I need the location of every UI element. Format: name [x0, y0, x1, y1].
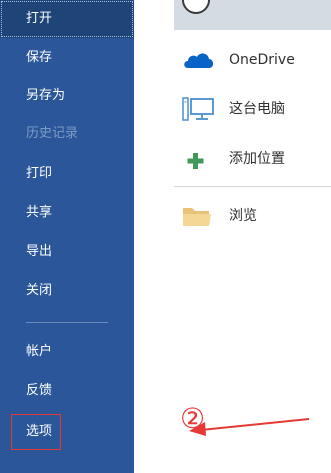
annotation-marker: ②: [180, 402, 206, 435]
nav-item-history: 历史记录: [0, 115, 134, 153]
nav-item-save-as[interactable]: 另存为: [0, 77, 134, 115]
location-label: 浏览: [229, 208, 257, 224]
nav-item-close[interactable]: 关闭: [0, 272, 134, 310]
nav-item-label: 反馈: [26, 383, 53, 398]
add-plus-icon: [182, 145, 216, 173]
backstage-view: 打开 保存 另存为 历史记录 打印 共享 导出 关闭 帐户 反馈 选项 OneD…: [0, 0, 331, 473]
nav-item-label: 保存: [26, 50, 53, 65]
nav-item-label: 关闭: [26, 283, 53, 298]
nav-item-label: 历史记录: [26, 126, 79, 141]
nav-item-label[interactable]: 打印: [26, 166, 52, 181]
location-this-pc[interactable]: 这台电脑: [174, 85, 331, 133]
nav-item-label: 导出: [26, 244, 53, 259]
nav-item-label: 打开: [26, 11, 53, 26]
location-label: 添加位置: [229, 151, 285, 167]
location-browse[interactable]: 浏览: [174, 192, 331, 240]
sidebar-divider: [26, 322, 108, 323]
nav-item-save[interactable]: 保存: [0, 39, 134, 77]
nav-item-export[interactable]: 导出: [0, 233, 134, 271]
open-locations-pane: OneDrive 这台电脑 添加位置 浏览: [134, 0, 331, 473]
location-label: 这台电脑: [229, 101, 285, 117]
location-add-place[interactable]: 添加位置: [174, 135, 331, 183]
location-onedrive[interactable]: OneDrive: [174, 36, 331, 84]
nav-item-account[interactable]: 帐户: [0, 333, 134, 371]
annotation-arrow: [189, 418, 310, 436]
nav-item-share[interactable]: 共享: [0, 194, 134, 232]
nav-item-feedback[interactable]: 反馈: [0, 372, 134, 410]
nav-item-label: 帐户: [26, 344, 53, 359]
nav-item-print[interactable]: 打印: [0, 155, 134, 193]
onedrive-cloud-icon: [182, 46, 216, 74]
computer-icon: [182, 95, 216, 123]
nav-item-label: 共享: [26, 205, 53, 220]
backstage-sidebar: 打开 保存 另存为 历史记录 打印 共享 导出 关闭 帐户 反馈 选项: [0, 0, 134, 473]
nav-item-open[interactable]: 打开: [0, 0, 134, 38]
options-highlight-box: [11, 414, 61, 450]
folder-icon: [182, 202, 216, 230]
locations-divider: [174, 186, 331, 187]
nav-item-label: 另存为: [26, 88, 66, 103]
location-label: OneDrive: [229, 52, 295, 68]
